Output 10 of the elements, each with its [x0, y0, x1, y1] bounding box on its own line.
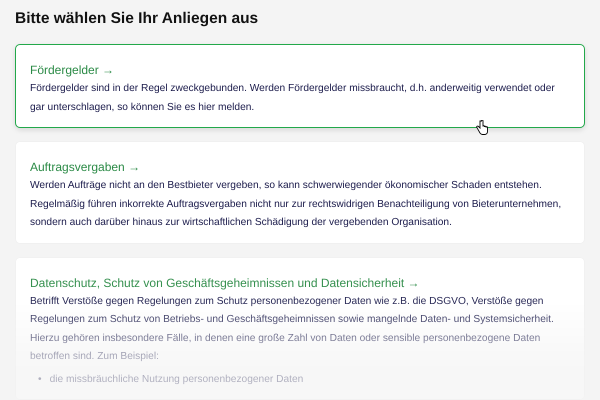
card-title-link[interactable]: Auftragsvergaben →: [30, 160, 140, 174]
card-description: Fördergelder sind in der Regel zweckgebunden. Werden Fördergelder missbraucht, d.h. anderweitig verwendet oder gar unterschlagen, so können Sie es hier melden.: [30, 82, 556, 114]
hand-cursor-icon: [476, 120, 488, 135]
card-title-link[interactable]: Fördergelder →: [30, 63, 114, 77]
bullet-marker: •: [38, 372, 42, 386]
card-description: Werden Aufträge nicht an den Bestbieter vergeben, so kann schwerwiegender ökonomischer Schaden entstehen. Regelmäßig führen inkorrekte Auftragsvergaben nicht nur zur rechtswidrigen Benachteiligung von Bieterunternehmen, sondern auch darüber hinaus zur wirtschaftlichen Schädigung der vergebenden Organisation.: [30, 179, 562, 230]
card-title-link[interactable]: Datenschutz, Schutz von Geschäftsgeheimnissen und Datensicherheit →: [30, 276, 420, 290]
page-heading: Bitte wählen Sie Ihr Anliegen aus: [15, 10, 260, 28]
bullet-item: die missbräuchliche Nutzung personenbezogener Daten: [50, 372, 304, 386]
card-description: Betrifft Verstöße gegen Regelungen zum Schutz personenbezogener Daten wie z.B. die DSGVO, Verstöße gegen Regelungen zum Schutz von Betriebs- und Geschäftsgeheimnissen sowie mangelnde Daten- und Systemsicherheit. Hierzu gehören insbesondere Fälle, in denen eine große Zahl von Daten oder sensible personenbezogene Daten betroffen sind. Zum Beispiel:: [30, 294, 555, 364]
